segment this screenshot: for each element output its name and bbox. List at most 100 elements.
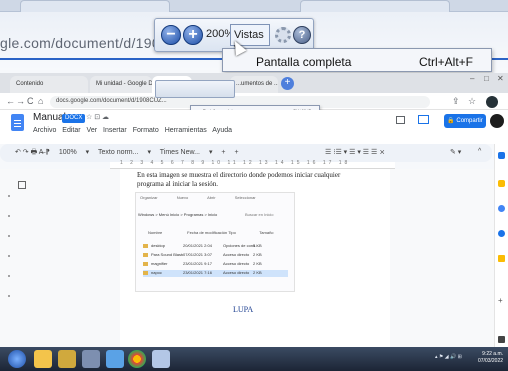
menu-formato[interactable]: Formato	[133, 127, 159, 134]
outline-icon[interactable]	[18, 181, 26, 189]
embedded-cell: 2 KB	[253, 270, 262, 275]
embedded-table-row: magnifier 23/01/2021 9:17 Acceso directo 2 …	[143, 261, 288, 268]
folder-icon	[143, 243, 148, 248]
menu-archivo[interactable]: Archivo	[33, 127, 56, 134]
calendar-icon[interactable]	[498, 152, 505, 159]
magnified-tab	[20, 0, 170, 12]
back-icon[interactable]: ←	[6, 96, 15, 106]
shortcut-icon	[143, 270, 148, 275]
margin-dot	[8, 255, 10, 257]
image-caption[interactable]: LUPA	[233, 305, 253, 314]
file-explorer-icon[interactable]	[34, 350, 52, 368]
embedded-cell: 20/01/2021 2:04	[183, 243, 212, 248]
contacts-icon[interactable]	[498, 230, 505, 237]
tasks-icon[interactable]	[498, 205, 505, 212]
menu-ayuda[interactable]: Ayuda	[212, 127, 232, 134]
clock[interactable]: 9:22 a.m. 07/03/2022	[478, 351, 503, 365]
embedded-cell: 2 KB	[253, 252, 262, 257]
embedded-cell: Acceso directo	[223, 261, 250, 266]
start-button[interactable]	[8, 350, 26, 368]
collapse-toolbar-icon[interactable]: ^	[478, 148, 481, 155]
close-icon[interactable]: ✕	[497, 74, 504, 83]
zoom-in-button[interactable]: +	[183, 25, 203, 45]
list-align-icons[interactable]: ☰ ⁝☰ ▾ ☰ ▾ ☰ ☰ ⨯	[325, 148, 385, 156]
comment-icon[interactable]	[396, 116, 405, 124]
maximize-icon[interactable]: □	[484, 74, 489, 83]
explore-icon[interactable]	[498, 336, 505, 343]
embedded-cell: Opciones de confi...	[223, 243, 259, 248]
editing-mode-button[interactable]: ✎ ▾	[450, 148, 461, 156]
profile-avatar[interactable]	[486, 96, 498, 108]
embedded-column-header: Nombre	[148, 230, 163, 235]
document-title[interactable]: Manual	[33, 112, 66, 123]
browser-tab[interactable]: Contenido	[10, 76, 88, 93]
embedded-table-row: desktop 20/01/2021 2:04 Opciones de confi.…	[143, 243, 288, 250]
menu-herramientas[interactable]: Herramientas	[165, 127, 207, 134]
embedded-cell: napoc	[151, 270, 162, 275]
magnified-tab	[300, 0, 450, 12]
embedded-cell: Acceso directo	[223, 252, 250, 257]
embedded-breadcrumb: Windows > Menú Inicio > Programas > Inic…	[138, 212, 218, 217]
chrome-icon[interactable]	[128, 350, 146, 368]
document-paragraph[interactable]: En esta imagen se muestra el directorio …	[137, 171, 367, 189]
system-tray[interactable]: ▴ ⚑ ◢ 🔊 ⊞	[435, 354, 462, 360]
docs-logo-icon[interactable]	[11, 114, 24, 131]
embedded-cell: 23/01/2021 9:17	[183, 261, 212, 266]
menu-insertar[interactable]: Insertar	[103, 127, 127, 134]
style-select[interactable]: Texto norm...	[98, 149, 138, 156]
margin-dot	[8, 295, 10, 297]
reload-icon[interactable]: C	[27, 96, 34, 106]
browser-tab[interactable]: Mi unidad - Google D...	[90, 76, 152, 93]
menu-item-label: Pantalla completa	[256, 55, 352, 69]
zoom-select[interactable]: 100%	[59, 149, 77, 156]
margin-dot	[8, 275, 10, 277]
menu-ver[interactable]: Ver	[87, 127, 98, 134]
zoom-out-button[interactable]: −	[161, 25, 181, 45]
media-icon[interactable]	[106, 350, 124, 368]
libraries-icon[interactable]	[58, 350, 76, 368]
avatar[interactable]	[490, 114, 504, 128]
embedded-ribbon-item: Nuevo	[176, 195, 189, 200]
font-size-increase-button[interactable]: +	[221, 149, 225, 156]
taskbar: ▴ ⚑ ◢ 🔊 ⊞ 9:22 a.m. 07/03/2022	[0, 347, 508, 371]
screen: gle.com/document/d/1908CUZ − + 200% Vist…	[0, 0, 508, 371]
star-move-cloud-icons[interactable]: ☆ ⊡ ☁	[86, 113, 109, 121]
program-icon[interactable]	[82, 350, 100, 368]
magnified-tab-strip	[0, 0, 508, 12]
embedded-cell: 07/01/2021 3:07	[183, 252, 212, 257]
embedded-cell: desktop	[151, 243, 166, 248]
star-icon[interactable]: ☆	[468, 96, 476, 107]
share-page-icon[interactable]: ⇪	[452, 96, 460, 107]
keep-icon[interactable]	[498, 180, 505, 187]
clock-date: 07/03/2022	[478, 358, 504, 364]
present-icon[interactable]	[418, 115, 429, 124]
maps-icon[interactable]	[498, 255, 505, 262]
forward-icon[interactable]: →	[16, 96, 25, 106]
new-tab-button[interactable]: +	[281, 77, 294, 90]
add-addon-icon[interactable]: +	[498, 297, 505, 305]
menu-bar: Archivo Editar Ver Insertar Formato Herr…	[33, 127, 236, 134]
embedded-cell: 1 KB	[253, 243, 262, 248]
magnifier-toolbar-small	[155, 80, 235, 98]
views-menu-item[interactable]: Pantalla completa Ctrl+Alt+F	[222, 48, 492, 72]
chevron-down-icon: ▾	[147, 149, 151, 156]
gear-icon[interactable]	[275, 27, 291, 43]
embedded-screenshot[interactable]	[135, 192, 295, 292]
font-size-increase-button[interactable]: +	[234, 149, 238, 156]
magnifier-app-icon[interactable]	[152, 350, 170, 368]
browser-tab[interactable]: ...umentos de ...	[230, 76, 278, 93]
embedded-ribbon-item: Organizar	[140, 195, 158, 200]
minimize-icon[interactable]: –	[470, 74, 474, 83]
embedded-ribbon: Organizar Nuevo Abrir Seleccionar	[140, 195, 274, 200]
embedded-column-header: Fecha de modificación	[187, 230, 228, 235]
browser-tab-strip: Contenido Mi unidad - Google D... Lupa .…	[0, 73, 508, 93]
margin-dot	[8, 195, 10, 197]
chevron-down-icon: ▾	[85, 149, 90, 156]
font-select[interactable]: Times New...	[160, 149, 200, 156]
help-button[interactable]: ?	[293, 26, 311, 44]
menu-editar[interactable]: Editar	[62, 127, 80, 134]
embedded-table-header: Nombre Fecha de modificación Tipo Tamaño	[148, 230, 274, 235]
share-button[interactable]: 🔒 Compartir	[444, 114, 486, 128]
undo-redo-print-icons[interactable]: ↶ ↷ 🖶 A̶ ⁋	[15, 149, 50, 156]
home-icon[interactable]: ⌂	[38, 96, 43, 106]
